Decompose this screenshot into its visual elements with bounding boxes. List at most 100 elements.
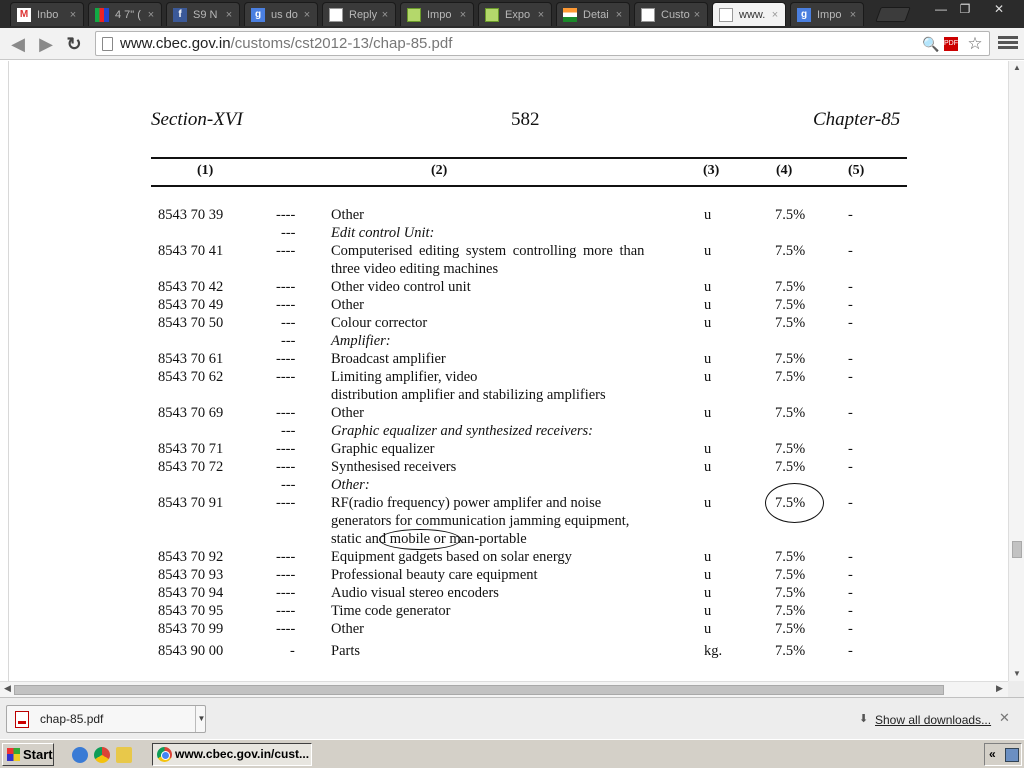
back-button[interactable]: ◀ bbox=[6, 32, 30, 56]
taskbar-chrome-window[interactable]: www.cbec.gov.in/cust... bbox=[152, 743, 312, 766]
start-button[interactable]: Start bbox=[2, 743, 54, 766]
tab-5[interactable]: Reply × bbox=[322, 2, 396, 26]
tab-6[interactable]: Impo × bbox=[400, 2, 474, 26]
vertical-scroll-thumb[interactable] bbox=[1012, 541, 1022, 558]
tariff-dash: ---- bbox=[276, 351, 296, 367]
tariff-description: Computerised editing system controlling … bbox=[331, 243, 645, 259]
pdf-icon[interactable]: PDF bbox=[944, 37, 958, 51]
unit-of-quantity: u bbox=[704, 621, 712, 637]
column-header-4: (4) bbox=[776, 163, 793, 178]
windows-taskbar: Start www.cbec.gov.in/cust... « bbox=[0, 739, 1024, 768]
close-shelf-icon[interactable]: ✕ bbox=[999, 710, 1010, 726]
tariff-row: 8543 70 49 ---- Other u 7.5% - bbox=[0, 296, 1008, 314]
tariff-description: Graphic equalizer and synthesized receiv… bbox=[331, 423, 594, 439]
windows-logo-icon bbox=[7, 748, 20, 761]
tab-3[interactable]: f S9 N × bbox=[166, 2, 240, 26]
restore-button[interactable]: ❐ bbox=[952, 0, 978, 18]
tariff-dash: --- bbox=[281, 423, 296, 439]
horizontal-scroll-thumb[interactable] bbox=[14, 685, 944, 695]
tab-close-icon[interactable]: × bbox=[67, 9, 79, 21]
tariff-subheading: --- Amplifier: bbox=[0, 332, 1008, 350]
tray-expand-icon[interactable]: « bbox=[989, 747, 996, 761]
tab-9[interactable]: Custo × bbox=[634, 2, 708, 26]
forward-button[interactable]: ▶ bbox=[34, 32, 58, 56]
tariff-dash: ---- bbox=[276, 369, 296, 385]
tariff-subheading: --- Graphic equalizer and synthesized rec… bbox=[0, 422, 1008, 440]
preferential-rate: - bbox=[848, 207, 853, 223]
download-item[interactable]: chap-85.pdf ▼ bbox=[6, 705, 206, 733]
pdf-viewport[interactable]: Section-XVI 582 Chapter-85 (1) (2) (3) (… bbox=[0, 61, 1008, 681]
zoom-icon[interactable]: 🔍 bbox=[922, 35, 940, 53]
tab-label: us do bbox=[271, 8, 298, 21]
tariff-row: 8543 70 50 --- Colour corrector u 7.5% - bbox=[0, 314, 1008, 332]
address-bar[interactable]: www.cbec.gov.in/customs/cst2012-13/chap-… bbox=[95, 31, 990, 56]
ie-icon[interactable] bbox=[72, 747, 88, 763]
tariff-dash: --- bbox=[281, 225, 296, 241]
tab-2[interactable]: 4 7" (× bbox=[88, 2, 162, 26]
tariff-dash: - bbox=[290, 643, 295, 659]
download-dropdown-icon[interactable]: ▼ bbox=[195, 706, 207, 732]
url-host: www.cbec.gov.in bbox=[120, 35, 231, 52]
preferential-rate: - bbox=[848, 441, 853, 457]
tab-close-icon[interactable]: × bbox=[145, 9, 157, 21]
tab-11[interactable]: g Impo × bbox=[790, 2, 864, 26]
tariff-code: 8543 70 61 bbox=[158, 351, 224, 367]
horizontal-scrollbar[interactable]: ◀ ▶ bbox=[0, 681, 1008, 697]
new-tab-button[interactable] bbox=[875, 7, 911, 22]
tab-close-icon[interactable]: × bbox=[769, 9, 781, 21]
tab-close-icon[interactable]: × bbox=[691, 9, 703, 21]
tariff-code: 8543 70 42 bbox=[158, 279, 224, 295]
app-quicklaunch-icon[interactable] bbox=[116, 747, 132, 763]
scroll-right-arrow-icon[interactable]: ▶ bbox=[996, 683, 1003, 694]
chrome-menu-icon[interactable] bbox=[998, 34, 1018, 54]
tariff-dash: ---- bbox=[276, 585, 296, 601]
tariff-row: 8543 70 42 ---- Other video control unit u 7… bbox=[0, 278, 1008, 296]
tariff-description: generators for communication jamming equ… bbox=[331, 513, 630, 529]
tab-1[interactable]: M Inbo × bbox=[10, 2, 84, 26]
tariff-description: three video editing machines bbox=[331, 261, 499, 277]
google-icon: g bbox=[797, 7, 811, 22]
tariff-description: Other bbox=[331, 297, 365, 313]
scroll-up-arrow-icon[interactable]: ▲ bbox=[1009, 63, 1024, 72]
tariff-dash: ---- bbox=[276, 495, 296, 511]
unit-of-quantity: u bbox=[704, 315, 712, 331]
minimize-button[interactable]: — bbox=[928, 0, 954, 18]
tab-close-icon[interactable]: × bbox=[223, 9, 235, 21]
tab-close-icon[interactable]: × bbox=[379, 9, 391, 21]
tariff-code: 8543 70 49 bbox=[158, 297, 224, 313]
pdf-file-icon bbox=[15, 711, 29, 728]
tab-close-icon[interactable]: × bbox=[301, 9, 313, 21]
tab-close-icon[interactable]: × bbox=[847, 9, 859, 21]
unit-of-quantity: u bbox=[704, 279, 712, 295]
duty-rate: 7.5% bbox=[775, 297, 806, 313]
tariff-dash: --- bbox=[281, 315, 296, 331]
show-all-downloads-link[interactable]: Show all downloads... bbox=[875, 713, 991, 727]
column-header-5: (5) bbox=[848, 163, 865, 178]
unit-of-quantity: u bbox=[704, 441, 712, 457]
close-window-button[interactable]: ✕ bbox=[986, 0, 1012, 18]
tab-label: Inbo bbox=[37, 8, 59, 21]
scroll-down-arrow-icon[interactable]: ▼ bbox=[1009, 669, 1024, 678]
tab-7[interactable]: Expo × bbox=[478, 2, 552, 26]
vertical-scrollbar[interactable]: ▲ ▼ bbox=[1008, 61, 1024, 681]
chrome-quicklaunch-icon[interactable] bbox=[94, 747, 110, 763]
tab-close-icon[interactable]: × bbox=[457, 9, 469, 21]
tariff-code: 8543 70 99 bbox=[158, 621, 224, 637]
scroll-left-arrow-icon[interactable]: ◀ bbox=[4, 683, 11, 694]
tariff-row: 8543 70 91 ---- RF(radio frequency) power … bbox=[0, 494, 1008, 548]
duty-rate: 7.5% bbox=[775, 207, 806, 223]
bookmark-star-icon[interactable]: ☆ bbox=[966, 35, 984, 53]
reload-button[interactable]: ↻ bbox=[62, 32, 86, 56]
tab-10[interactable]: www. × bbox=[712, 2, 786, 26]
tariff-code: 8543 90 00 bbox=[158, 643, 224, 659]
tab-8[interactable]: Detai × bbox=[556, 2, 630, 26]
tariff-code: 8543 70 92 bbox=[158, 549, 224, 565]
sheets-icon bbox=[485, 7, 499, 22]
tab-4[interactable]: g us do × bbox=[244, 2, 318, 26]
tab-label: Detai bbox=[583, 8, 609, 21]
tariff-code: 8543 70 50 bbox=[158, 315, 224, 331]
network-icon[interactable] bbox=[1005, 748, 1019, 762]
tab-close-icon[interactable]: × bbox=[535, 9, 547, 21]
url-text[interactable]: www.cbec.gov.in/customs/cst2012-13/chap-… bbox=[120, 35, 452, 52]
tab-close-icon[interactable]: × bbox=[613, 9, 625, 21]
